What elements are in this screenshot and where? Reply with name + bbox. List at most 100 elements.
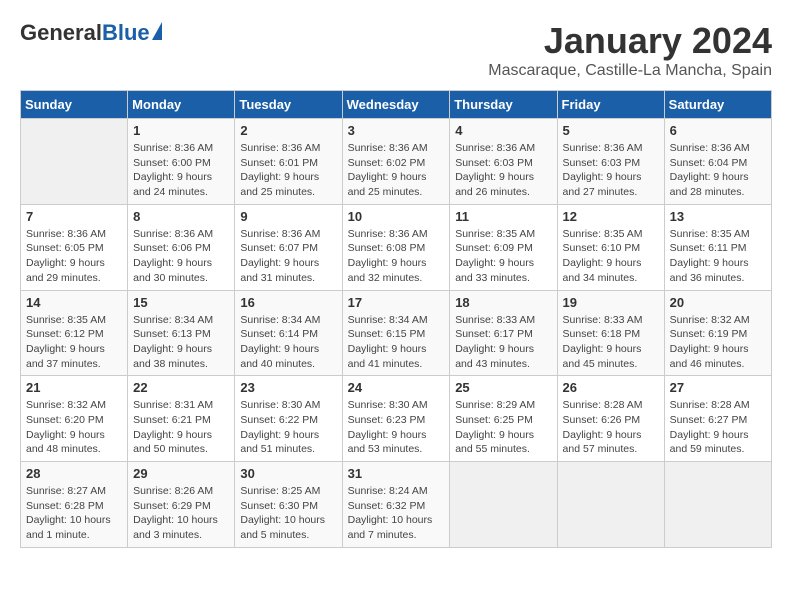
calendar-week-3: 14 Sunrise: 8:35 AMSunset: 6:12 PMDayligh…: [21, 290, 772, 376]
calendar-cell: 27 Sunrise: 8:28 AMSunset: 6:27 PMDayligh…: [664, 376, 771, 462]
header-day-saturday: Saturday: [664, 91, 771, 119]
cell-info-text: Sunrise: 8:36 AMSunset: 6:07 PMDaylight:…: [240, 227, 336, 286]
header-day-thursday: Thursday: [450, 91, 557, 119]
calendar-cell: 9Sunrise: 8:36 AMSunset: 6:07 PMDaylight…: [235, 204, 342, 290]
logo-general-text: General: [20, 20, 102, 46]
cell-info-text: Sunrise: 8:36 AMSunset: 6:01 PMDaylight:…: [240, 141, 336, 200]
cell-info-text: Sunrise: 8:29 AMSunset: 6:25 PMDaylight:…: [455, 398, 551, 457]
cell-info-text: Sunrise: 8:36 AMSunset: 6:00 PMDaylight:…: [133, 141, 229, 200]
cell-info-text: Sunrise: 8:36 AMSunset: 6:03 PMDaylight:…: [563, 141, 659, 200]
calendar-cell: 6 Sunrise: 8:36 AMSunset: 6:04 PMDaylight…: [664, 119, 771, 205]
cell-date-number: 10: [348, 209, 445, 224]
cell-date-number: 6: [670, 123, 766, 138]
cell-date-number: 28: [26, 466, 122, 481]
calendar-cell: 25Sunrise: 8:29 AMSunset: 6:25 PMDayligh…: [450, 376, 557, 462]
cell-date-number: 1: [133, 123, 229, 138]
location-title: Mascaraque, Castille-La Mancha, Spain: [488, 62, 772, 80]
cell-info-text: Sunrise: 8:30 AMSunset: 6:23 PMDaylight:…: [348, 398, 445, 457]
calendar-cell: 8 Sunrise: 8:36 AMSunset: 6:06 PMDaylight…: [128, 204, 235, 290]
calendar-cell: 11 Sunrise: 8:35 AMSunset: 6:09 PMDayligh…: [450, 204, 557, 290]
cell-info-text: Sunrise: 8:36 AMSunset: 6:05 PMDaylight:…: [26, 227, 122, 286]
cell-date-number: 16: [240, 295, 336, 310]
calendar-body: 1 Sunrise: 8:36 AMSunset: 6:00 PMDaylight…: [21, 119, 772, 548]
cell-info-text: Sunrise: 8:35 AMSunset: 6:10 PMDaylight:…: [563, 227, 659, 286]
cell-date-number: 11: [455, 209, 551, 224]
calendar-cell: 10Sunrise: 8:36 AMSunset: 6:08 PMDayligh…: [342, 204, 450, 290]
calendar-cell: [664, 462, 771, 548]
calendar-cell: 18Sunrise: 8:33 AMSunset: 6:17 PMDayligh…: [450, 290, 557, 376]
cell-date-number: 21: [26, 380, 122, 395]
cell-info-text: Sunrise: 8:35 AMSunset: 6:12 PMDaylight:…: [26, 313, 122, 372]
logo-icon: [152, 22, 162, 40]
cell-date-number: 17: [348, 295, 445, 310]
calendar-cell: 5 Sunrise: 8:36 AMSunset: 6:03 PMDaylight…: [557, 119, 664, 205]
calendar-cell: 28 Sunrise: 8:27 AMSunset: 6:28 PMDayligh…: [21, 462, 128, 548]
cell-info-text: Sunrise: 8:34 AMSunset: 6:15 PMDaylight:…: [348, 313, 445, 372]
cell-date-number: 13: [670, 209, 766, 224]
calendar-cell: 14 Sunrise: 8:35 AMSunset: 6:12 PMDayligh…: [21, 290, 128, 376]
cell-date-number: 26: [563, 380, 659, 395]
cell-date-number: 8: [133, 209, 229, 224]
cell-date-number: 29: [133, 466, 229, 481]
logo: General Blue: [20, 20, 162, 46]
cell-info-text: Sunrise: 8:34 AMSunset: 6:14 PMDaylight:…: [240, 313, 336, 372]
cell-info-text: Sunrise: 8:32 AMSunset: 6:20 PMDaylight:…: [26, 398, 122, 457]
calendar-cell: 2 Sunrise: 8:36 AMSunset: 6:01 PMDaylight…: [235, 119, 342, 205]
page-header: General Blue January 2024 Mascaraque, Ca…: [20, 20, 772, 80]
header-day-friday: Friday: [557, 91, 664, 119]
cell-info-text: Sunrise: 8:35 AMSunset: 6:11 PMDaylight:…: [670, 227, 766, 286]
calendar-cell: 15 Sunrise: 8:34 AMSunset: 6:13 PMDayligh…: [128, 290, 235, 376]
cell-info-text: Sunrise: 8:36 AMSunset: 6:06 PMDaylight:…: [133, 227, 229, 286]
cell-date-number: 14: [26, 295, 122, 310]
cell-date-number: 5: [563, 123, 659, 138]
cell-info-text: Sunrise: 8:27 AMSunset: 6:28 PMDaylight:…: [26, 484, 122, 543]
calendar-cell: 4Sunrise: 8:36 AMSunset: 6:03 PMDaylight…: [450, 119, 557, 205]
calendar-week-4: 21 Sunrise: 8:32 AMSunset: 6:20 PMDayligh…: [21, 376, 772, 462]
calendar-cell: 20Sunrise: 8:32 AMSunset: 6:19 PMDayligh…: [664, 290, 771, 376]
cell-info-text: Sunrise: 8:36 AMSunset: 6:03 PMDaylight:…: [455, 141, 551, 200]
cell-info-text: Sunrise: 8:28 AMSunset: 6:27 PMDaylight:…: [670, 398, 766, 457]
calendar-cell: 7 Sunrise: 8:36 AMSunset: 6:05 PMDaylight…: [21, 204, 128, 290]
cell-date-number: 7: [26, 209, 122, 224]
cell-date-number: 15: [133, 295, 229, 310]
calendar-cell: 26 Sunrise: 8:28 AMSunset: 6:26 PMDayligh…: [557, 376, 664, 462]
title-area: January 2024 Mascaraque, Castille-La Man…: [488, 20, 772, 80]
cell-date-number: 31: [348, 466, 445, 481]
calendar-cell: [450, 462, 557, 548]
cell-date-number: 30: [240, 466, 336, 481]
header-day-sunday: Sunday: [21, 91, 128, 119]
calendar-cell: 12Sunrise: 8:35 AMSunset: 6:10 PMDayligh…: [557, 204, 664, 290]
cell-info-text: Sunrise: 8:34 AMSunset: 6:13 PMDaylight:…: [133, 313, 229, 372]
calendar-week-5: 28 Sunrise: 8:27 AMSunset: 6:28 PMDayligh…: [21, 462, 772, 548]
cell-date-number: 2: [240, 123, 336, 138]
calendar-cell: [557, 462, 664, 548]
cell-info-text: Sunrise: 8:33 AMSunset: 6:18 PMDaylight:…: [563, 313, 659, 372]
cell-info-text: Sunrise: 8:33 AMSunset: 6:17 PMDaylight:…: [455, 313, 551, 372]
calendar-cell: 17 Sunrise: 8:34 AMSunset: 6:15 PMDayligh…: [342, 290, 450, 376]
cell-date-number: 22: [133, 380, 229, 395]
cell-info-text: Sunrise: 8:36 AMSunset: 6:04 PMDaylight:…: [670, 141, 766, 200]
cell-date-number: 3: [348, 123, 445, 138]
cell-info-text: Sunrise: 8:35 AMSunset: 6:09 PMDaylight:…: [455, 227, 551, 286]
cell-info-text: Sunrise: 8:31 AMSunset: 6:21 PMDaylight:…: [133, 398, 229, 457]
header-day-tuesday: Tuesday: [235, 91, 342, 119]
cell-info-text: Sunrise: 8:25 AMSunset: 6:30 PMDaylight:…: [240, 484, 336, 543]
calendar-cell: [21, 119, 128, 205]
cell-info-text: Sunrise: 8:28 AMSunset: 6:26 PMDaylight:…: [563, 398, 659, 457]
cell-date-number: 27: [670, 380, 766, 395]
calendar-cell: 23Sunrise: 8:30 AMSunset: 6:22 PMDayligh…: [235, 376, 342, 462]
calendar-cell: 30 Sunrise: 8:25 AMSunset: 6:30 PMDayligh…: [235, 462, 342, 548]
calendar-cell: 19 Sunrise: 8:33 AMSunset: 6:18 PMDayligh…: [557, 290, 664, 376]
logo-blue-text: Blue: [102, 20, 150, 46]
cell-info-text: Sunrise: 8:26 AMSunset: 6:29 PMDaylight:…: [133, 484, 229, 543]
cell-info-text: Sunrise: 8:24 AMSunset: 6:32 PMDaylight:…: [348, 484, 445, 543]
calendar-header-row: SundayMondayTuesdayWednesdayThursdayFrid…: [21, 91, 772, 119]
calendar-cell: 1 Sunrise: 8:36 AMSunset: 6:00 PMDaylight…: [128, 119, 235, 205]
calendar-cell: 13 Sunrise: 8:35 AMSunset: 6:11 PMDayligh…: [664, 204, 771, 290]
calendar-cell: 29 Sunrise: 8:26 AMSunset: 6:29 PMDayligh…: [128, 462, 235, 548]
month-title: January 2024: [488, 20, 772, 62]
calendar-cell: 16 Sunrise: 8:34 AMSunset: 6:14 PMDayligh…: [235, 290, 342, 376]
cell-date-number: 20: [670, 295, 766, 310]
cell-date-number: 19: [563, 295, 659, 310]
calendar-cell: 21 Sunrise: 8:32 AMSunset: 6:20 PMDayligh…: [21, 376, 128, 462]
